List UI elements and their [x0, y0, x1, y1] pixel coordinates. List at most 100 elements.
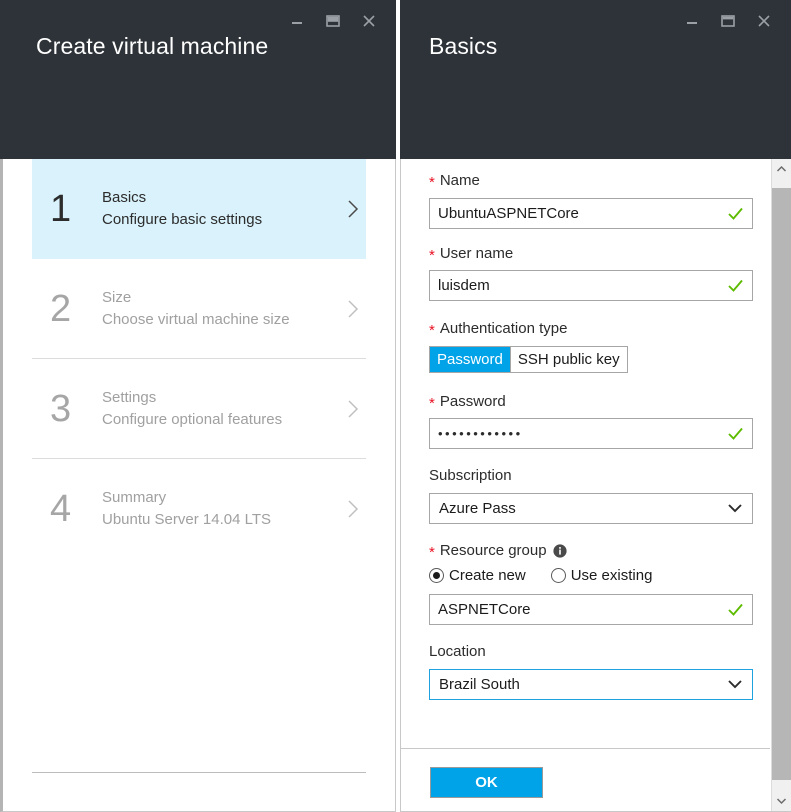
scroll-down-button[interactable] — [772, 791, 791, 811]
field-label: Location — [429, 642, 770, 662]
close-icon — [758, 15, 770, 27]
minimize-icon — [687, 22, 697, 24]
chevron-down-icon — [776, 798, 787, 805]
radio-dot-icon — [429, 568, 444, 583]
field-label: * Password — [429, 392, 770, 412]
step-subtitle: Configure basic settings — [102, 211, 263, 228]
restore-button[interactable] — [316, 6, 350, 36]
subscription-select[interactable]: Azure Pass — [429, 492, 753, 524]
resource-group-input[interactable]: ASPNETCore — [429, 594, 753, 625]
valid-check-icon — [727, 205, 744, 222]
location-select[interactable]: Brazil South — [429, 668, 753, 700]
left-panel-body: 1 Basics Configure basic settings 2 Size… — [0, 159, 396, 812]
minimize-icon — [292, 22, 302, 24]
close-icon — [363, 15, 375, 27]
radio-use-existing[interactable]: Use existing — [550, 567, 653, 584]
field-name: * Name UbuntuASPNETCore — [429, 171, 770, 229]
resource-group-input-value: ASPNETCore — [438, 601, 531, 618]
scrollbar-thumb[interactable] — [772, 188, 791, 780]
step-number: 2 — [50, 288, 72, 330]
label-text: Subscription — [429, 467, 512, 484]
divider — [32, 772, 366, 773]
name-input-value: UbuntuASPNETCore — [438, 204, 579, 222]
field-resource-group: * Resource group Create new Use existing… — [429, 541, 770, 625]
minimize-button[interactable] — [675, 6, 709, 36]
chevron-down-icon — [727, 502, 743, 514]
sidebar-item-basics[interactable]: 1 Basics Configure basic settings — [32, 159, 366, 259]
minimize-button[interactable] — [280, 6, 314, 36]
sidebar-item-settings[interactable]: 3 Settings Configure optional features — [32, 359, 366, 459]
password-input[interactable]: •••••••••••• — [429, 418, 753, 449]
radio-dot-icon — [550, 568, 566, 583]
close-button[interactable] — [747, 6, 781, 36]
valid-check-icon — [727, 425, 744, 442]
name-input[interactable]: UbuntuASPNETCore — [429, 197, 753, 229]
info-icon[interactable] — [552, 544, 567, 558]
left-titlebar: Create virtual machine — [0, 0, 396, 159]
step-title: Summary — [102, 489, 167, 507]
step-number: 3 — [50, 388, 72, 430]
field-label: * Name — [429, 171, 770, 191]
required-asterisk: * — [429, 394, 435, 412]
field-password: * Password •••••••••••• — [429, 392, 770, 449]
basics-blade: Basics * Name UbuntuASPNETCore * User na… — [400, 0, 791, 812]
left-window-controls — [280, 4, 386, 38]
chevron-right-icon — [340, 298, 366, 320]
radio-create-new[interactable]: Create new — [429, 567, 526, 584]
sidebar-item-size[interactable]: 2 Size Choose virtual machine size — [32, 259, 366, 359]
field-subscription: Subscription Azure Pass — [429, 466, 770, 524]
subscription-select-value: Azure Pass — [439, 499, 516, 517]
step-title: Basics — [102, 189, 147, 207]
restore-icon — [721, 15, 735, 27]
label-text: Authentication type — [439, 320, 568, 337]
label-text: Location — [429, 643, 486, 660]
page-title: Create virtual machine — [36, 33, 269, 59]
label-text: User name — [439, 244, 514, 262]
label-text: Password — [439, 392, 506, 410]
chevron-right-icon — [340, 198, 366, 220]
basics-form: * Name UbuntuASPNETCore * User name luis… — [401, 159, 770, 749]
resource-group-radio-group: Create new Use existing — [429, 567, 770, 584]
ok-button[interactable]: OK — [430, 767, 543, 798]
required-asterisk: * — [429, 322, 435, 340]
step-number: 4 — [50, 488, 72, 530]
scroll-up-button[interactable] — [772, 159, 791, 179]
auth-type-option-ssh-public-key[interactable]: SSH public key — [509, 346, 627, 372]
radio-label: Use existing — [570, 567, 653, 584]
sidebar-item-summary[interactable]: 4 Summary Ubuntu Server 14.04 LTS — [32, 459, 366, 559]
user-name-input-value: luisdem — [438, 277, 490, 294]
step-subtitle: Ubuntu Server 14.04 LTS — [102, 511, 271, 528]
blade-footer: OK — [401, 750, 770, 811]
create-virtual-machine-blade: Create virtual machine 1 Basics Configur… — [0, 0, 396, 812]
user-name-input[interactable]: luisdem — [429, 270, 753, 301]
field-user-name: * User name luisdem — [429, 244, 770, 301]
step-title: Settings — [102, 389, 157, 407]
field-location: Location Brazil South — [429, 642, 770, 700]
restore-icon — [326, 15, 340, 27]
step-subtitle: Configure optional features — [102, 411, 283, 428]
field-label: Subscription — [429, 466, 770, 486]
required-asterisk: * — [429, 543, 435, 561]
auth-type-segmented-control: Password SSH public key — [429, 345, 628, 373]
required-asterisk: * — [429, 246, 435, 264]
field-label: * Authentication type — [429, 319, 770, 339]
required-asterisk: * — [429, 174, 435, 192]
chevron-right-icon — [340, 498, 366, 520]
wizard-step-list: 1 Basics Configure basic settings 2 Size… — [32, 159, 366, 773]
password-input-value: •••••••••••• — [438, 426, 523, 441]
page-title: Basics — [429, 33, 498, 59]
field-label: * User name — [429, 244, 770, 264]
step-number: 1 — [50, 188, 72, 230]
step-title: Size — [102, 289, 132, 307]
field-label: * Resource group — [429, 541, 770, 561]
right-panel-body: * Name UbuntuASPNETCore * User name luis… — [400, 159, 791, 812]
chevron-down-icon — [727, 678, 743, 690]
label-text: Resource group — [439, 541, 547, 559]
restore-button[interactable] — [711, 6, 745, 36]
step-subtitle: Choose virtual machine size — [102, 311, 290, 328]
close-button[interactable] — [352, 6, 386, 36]
vertical-scrollbar[interactable] — [771, 159, 791, 811]
auth-type-option-password[interactable]: Password — [430, 346, 510, 372]
chevron-right-icon — [340, 398, 366, 420]
right-titlebar: Basics — [400, 0, 791, 159]
